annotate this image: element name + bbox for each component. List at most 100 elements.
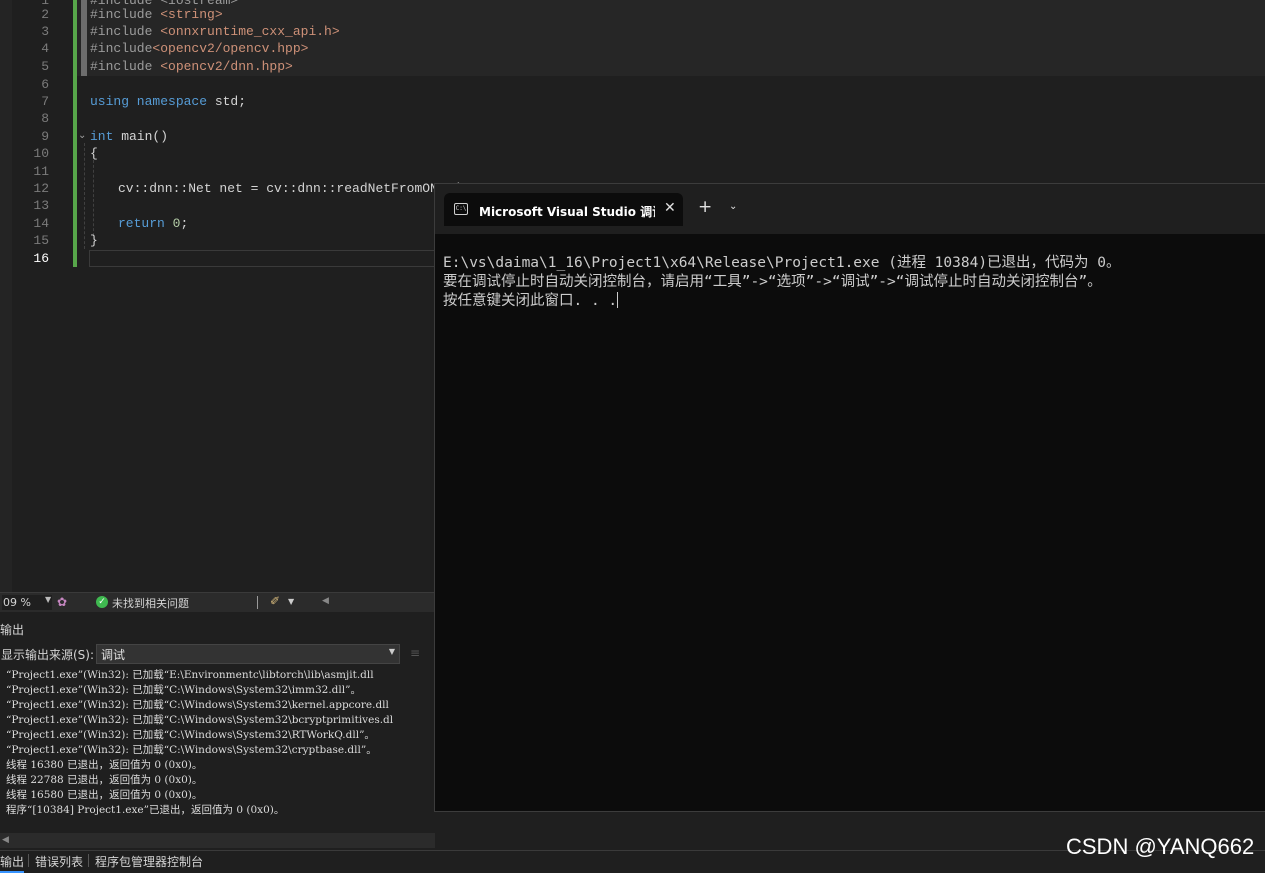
tab-output[interactable]: 输出: [0, 853, 25, 873]
line-number: 4: [41, 41, 49, 56]
output-line: 线程 16380 已退出，返回值为 0 (0x0)。: [6, 759, 203, 771]
code-text: #include<opencv2/opencv.hpp>: [90, 40, 308, 57]
code-text: cv::dnn::Net net = cv::dnn::readNetFromO…: [118, 181, 462, 196]
line-number: 10: [33, 146, 49, 161]
code-line-5[interactable]: 5 #include <opencv2/dnn.hpp>: [0, 58, 1265, 75]
editor-status-bar: 09 % ▼ ✿ ✓ 未找到相关问题 ✐ ▼ ◀: [0, 592, 435, 612]
terminal-tab[interactable]: C:\ Microsoft Visual Studio 调试控 ✕: [444, 193, 683, 226]
find-in-output-icon[interactable]: ≡: [410, 646, 420, 660]
new-tab-plus-icon[interactable]: +: [698, 197, 712, 217]
scroll-left-icon[interactable]: ◀: [2, 835, 9, 845]
output-line: “Project1.exe”(Win32): 已加载“E:\Environmen…: [6, 669, 374, 681]
terminal-tab-title: Microsoft Visual Studio 调试控: [479, 205, 655, 219]
code-line-9[interactable]: 9 ⌄ int main(): [0, 128, 1265, 145]
code-text: }: [90, 233, 98, 248]
chevron-down-icon: ▼: [388, 647, 395, 656]
debug-console-window[interactable]: C:\ Microsoft Visual Studio 调试控 ✕ + ⌄ E:…: [434, 183, 1265, 812]
divider: [28, 854, 29, 867]
code-line-7[interactable]: 7 using namespace std;: [0, 93, 1265, 110]
output-source-select[interactable]: 调试 ▼: [96, 644, 400, 664]
fold-chevron-icon[interactable]: ⌄: [78, 128, 86, 145]
check-circle-icon: ✓: [96, 596, 108, 608]
line-number: 8: [41, 111, 49, 126]
output-line: 程序“[10384] Project1.exe”已退出，返回值为 0 (0x0)…: [6, 804, 285, 816]
divider: [257, 596, 258, 609]
output-line: “Project1.exe”(Win32): 已加载“C:\Windows\Sy…: [6, 729, 375, 741]
line-number: 13: [33, 198, 49, 213]
output-horizontal-scrollbar[interactable]: ◀: [0, 833, 435, 848]
output-line: 线程 16580 已退出，返回值为 0 (0x0)。: [6, 789, 203, 801]
code-line-3[interactable]: 3 #include <onnxruntime_cxx_api.h>: [0, 23, 1265, 40]
line-number: 5: [41, 59, 49, 74]
keyword: int: [90, 129, 114, 144]
chevron-down-icon[interactable]: ▼: [288, 597, 294, 606]
output-panel-title: 输出: [0, 623, 25, 637]
code-text: #include <opencv2/dnn.hpp>: [90, 58, 293, 75]
line-number: 11: [33, 164, 49, 179]
code-line-2[interactable]: 2 #include <string>: [0, 6, 1265, 23]
chevron-down-icon[interactable]: ⌄: [729, 201, 737, 212]
watermark: CSDN @YANQ662: [1066, 834, 1255, 859]
code-text: int main(): [90, 128, 168, 145]
keyword: return: [118, 216, 165, 231]
preprocessor-directive: #include: [90, 59, 161, 74]
line-number: 2: [41, 7, 49, 22]
terminal-line: E:\vs\daima\1_16\Project1\x64\Release\Pr…: [443, 255, 1121, 271]
code-rest: main(): [113, 129, 169, 144]
line-number: 7: [41, 94, 49, 109]
output-text[interactable]: “Project1.exe”(Win32): 已加载“E:\Environmen…: [6, 668, 435, 828]
line-number: 9: [41, 129, 49, 144]
preprocessor-directive: #include: [90, 7, 161, 22]
terminal-line: 要在调试停止时自动关闭控制台，请启用“工具”->“选项”->“调试”->“调试停…: [443, 274, 1102, 290]
keyword: using namespace: [90, 94, 208, 109]
code-text: {: [90, 146, 98, 161]
output-line: “Project1.exe”(Win32): 已加载“C:\Windows\Sy…: [6, 684, 361, 696]
line-number: 3: [41, 24, 49, 39]
output-panel: 输出 显示输出来源(S): 调试 ▼ ≡ “Project1.exe”(Win3…: [0, 612, 435, 850]
tab-package-manager-console[interactable]: 程序包管理器控制台: [95, 853, 203, 870]
output-line: “Project1.exe”(Win32): 已加载“C:\Windows\Sy…: [6, 714, 394, 726]
scroll-left-icon[interactable]: ◀: [322, 596, 329, 606]
issues-status[interactable]: 未找到相关问题: [112, 595, 189, 611]
output-line: “Project1.exe”(Win32): 已加载“C:\Windows\Sy…: [6, 744, 377, 756]
include-path: <opencv2/opencv.hpp>: [152, 41, 309, 56]
close-icon[interactable]: ✕: [664, 200, 676, 216]
zoom-value: 09 %: [3, 596, 31, 609]
code-cleanup-icon[interactable]: ✐: [270, 594, 280, 608]
include-path: <opencv2/dnn.hpp>: [160, 59, 293, 74]
include-path: <onnxruntime_cxx_api.h>: [160, 24, 340, 39]
line-number: 12: [33, 181, 49, 196]
zoom-dropdown[interactable]: 09 % ▼: [2, 595, 52, 610]
text-cursor: [617, 292, 619, 308]
code-text: #include <string>: [90, 6, 223, 23]
line-number: 15: [33, 233, 49, 248]
code-line-6[interactable]: 6: [0, 76, 1265, 93]
preprocessor-directive: #include: [90, 41, 153, 56]
output-line: 线程 22788 已退出，返回值为 0 (0x0)。: [6, 774, 203, 786]
terminal-titlebar[interactable]: C:\ Microsoft Visual Studio 调试控 ✕ + ⌄: [435, 184, 1265, 234]
chevron-down-icon: ▼: [45, 595, 52, 604]
output-source-value: 调试: [101, 648, 126, 662]
code-rest: std;: [207, 94, 247, 109]
line-number: 14: [33, 216, 49, 231]
code-text: using namespace std;: [90, 93, 246, 110]
code-text: return 0;: [118, 215, 188, 232]
code-line-4[interactable]: 4 #include<opencv2/opencv.hpp>: [0, 40, 1265, 57]
code-rest: ;: [180, 216, 189, 231]
tab-error-list[interactable]: 错误列表: [35, 853, 83, 870]
code-line-8[interactable]: 8: [0, 110, 1265, 127]
console-icon: C:\: [454, 203, 468, 215]
divider: [88, 854, 89, 867]
code-line-10[interactable]: 10 {: [0, 145, 1265, 162]
line-number-active: 16: [33, 251, 49, 266]
code-line-11[interactable]: 11: [0, 163, 1265, 180]
include-path: <string>: [160, 7, 223, 22]
output-line: “Project1.exe”(Win32): 已加载“C:\Windows\Sy…: [6, 699, 389, 711]
terminal-prompt-text: 按任意键关闭此窗口. . .: [443, 293, 618, 309]
intellicode-icon[interactable]: ✿: [57, 595, 69, 609]
output-source-label: 显示输出来源(S):: [1, 648, 95, 662]
terminal-output[interactable]: E:\vs\daima\1_16\Project1\x64\Release\Pr…: [443, 254, 1258, 311]
line-number: 6: [41, 77, 49, 92]
preprocessor-directive: #include: [90, 24, 161, 39]
code-text: #include <onnxruntime_cxx_api.h>: [90, 23, 340, 40]
